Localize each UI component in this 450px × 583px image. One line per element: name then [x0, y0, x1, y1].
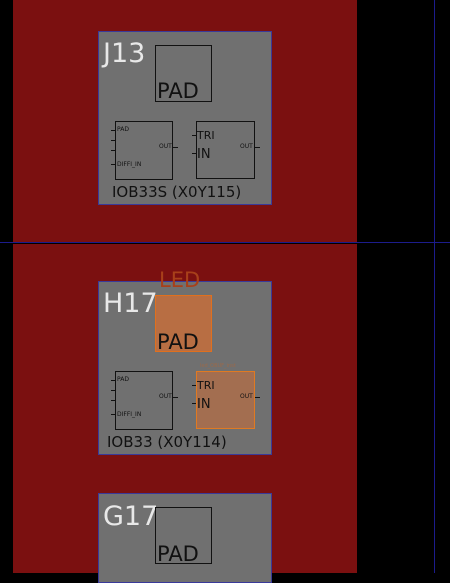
pin-label-diffi-in: DIFFI_IN	[117, 411, 142, 418]
pad-label: PAD	[157, 542, 199, 566]
pin-stub	[111, 414, 115, 415]
pin-stub	[173, 397, 178, 398]
pin-label-in: IN	[197, 147, 211, 162]
pin-stub	[111, 400, 115, 401]
pin-stub	[111, 130, 115, 131]
pin-stub	[192, 385, 196, 386]
pin-label-pad: PAD	[117, 126, 129, 133]
pin-stub	[111, 150, 115, 151]
pin-stub	[192, 135, 196, 136]
pin-label-tri: TRI	[197, 379, 215, 392]
pin-label-out: OUT	[159, 393, 172, 400]
pin-stub	[111, 380, 115, 381]
pin-stub	[192, 153, 196, 154]
pin-label-pad: PAD	[117, 376, 129, 383]
net-label-led: LED	[159, 268, 201, 292]
pad-label: PAD	[157, 330, 199, 354]
pin-stub	[173, 147, 178, 148]
pad-label: PAD	[157, 79, 199, 103]
pin-label-in: IN	[197, 397, 211, 412]
pin-stub	[111, 164, 115, 165]
pin-label-diffi-in: DIFFI_IN	[117, 161, 142, 168]
pin-stub	[111, 390, 115, 391]
cell-hint-label: led_OBUF_inst	[200, 363, 236, 369]
region-boundary-line	[0, 242, 450, 243]
column-boundary-line	[434, 0, 435, 573]
pin-stub	[111, 140, 115, 141]
iob-caption: IOB33 (X0Y114)	[107, 433, 227, 451]
pin-label-out: OUT	[159, 143, 172, 150]
site-label: J13	[103, 38, 146, 69]
pin-stub	[192, 403, 196, 404]
pin-stub	[255, 147, 260, 148]
pin-label-out: OUT	[240, 143, 253, 150]
pin-label-out: OUT	[240, 393, 253, 400]
pin-stub	[255, 397, 260, 398]
iob-caption: IOB33S (X0Y115)	[112, 183, 242, 201]
site-label: G17	[103, 501, 159, 532]
pin-label-tri: TRI	[197, 129, 215, 142]
site-label: H17	[103, 288, 158, 319]
